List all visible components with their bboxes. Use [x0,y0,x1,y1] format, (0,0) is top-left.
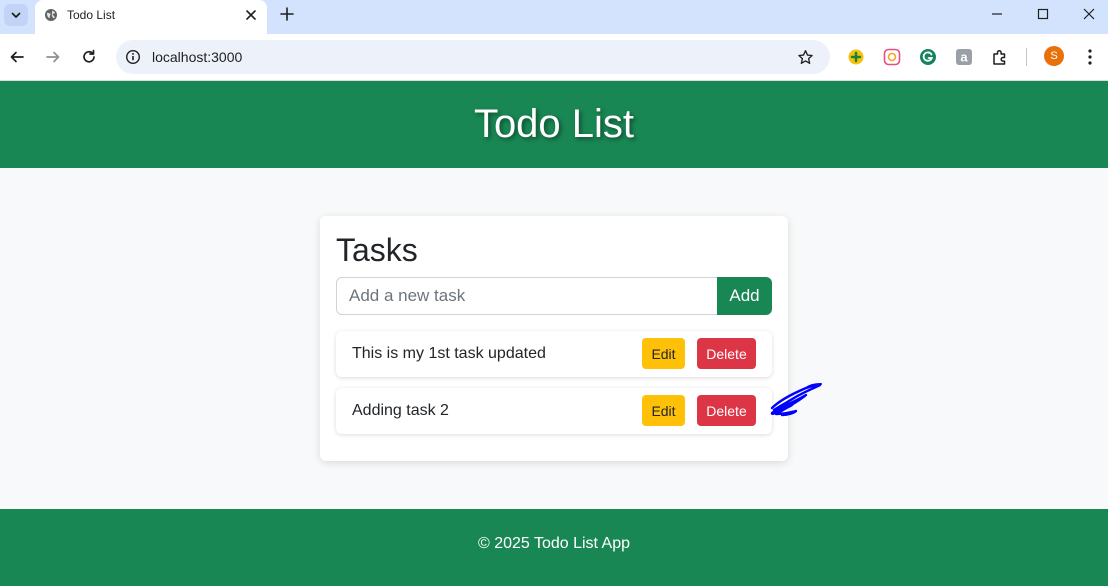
amazon-icon[interactable]: a [955,48,973,66]
maximize-icon[interactable] [1035,6,1051,22]
tab-title: Todo List [67,8,116,22]
edit-task-button[interactable]: Edit [642,338,685,369]
globe-icon [45,9,57,21]
tab-search-button[interactable] [4,4,28,26]
browser-toolbar: localhost:3000 a S [0,34,1108,81]
url-text: localhost:3000 [152,49,243,65]
task-text: Adding task 2 [352,402,449,419]
info-icon[interactable] [125,49,141,65]
chevron-down-icon [11,12,21,18]
tasks-card: Tasks Add This is my 1st task updated Ed… [320,216,788,461]
extensions-menu-icon[interactable] [991,48,1009,66]
edit-task-button[interactable]: Edit [642,395,685,426]
extension-camera-icon[interactable] [883,48,901,66]
add-task-button[interactable]: Add [717,277,772,315]
toolbar-separator [1026,48,1027,66]
star-icon[interactable] [797,49,814,66]
tasks-heading: Tasks [336,232,418,268]
app-title: Todo List [473,102,635,146]
app-header: Todo List [0,81,1108,168]
window-close-icon[interactable] [1081,6,1097,22]
task-item: This is my 1st task updated Edit Delete [336,331,772,377]
grammarly-icon[interactable] [919,48,937,66]
extension-puzzle-icon[interactable] [847,48,865,66]
delete-task-button[interactable]: Delete [697,395,756,426]
svg-text:a: a [960,50,968,65]
close-icon[interactable] [244,8,258,22]
plus-icon[interactable] [279,6,295,22]
app-footer: © 2025 Todo List App [0,509,1108,586]
task-text: This is my 1st task updated [352,345,546,362]
pen-annotation-scribble [770,383,822,417]
new-task-input[interactable] [336,277,718,315]
more-vertical-icon[interactable] [1082,48,1098,66]
arrow-right-icon[interactable] [44,48,62,66]
reload-icon[interactable] [80,48,98,66]
delete-task-button[interactable]: Delete [697,338,756,369]
arrow-left-icon[interactable] [8,48,26,66]
footer-text: © 2025 Todo List App [477,534,631,552]
profile-avatar[interactable]: S [1044,46,1064,66]
address-bar[interactable]: localhost:3000 [116,40,830,74]
task-item: Adding task 2 Edit Delete [336,388,772,434]
browser-tab[interactable]: Todo List [35,0,267,34]
browser-tab-bar: Todo List [0,0,1108,34]
minimize-icon[interactable] [989,6,1005,22]
